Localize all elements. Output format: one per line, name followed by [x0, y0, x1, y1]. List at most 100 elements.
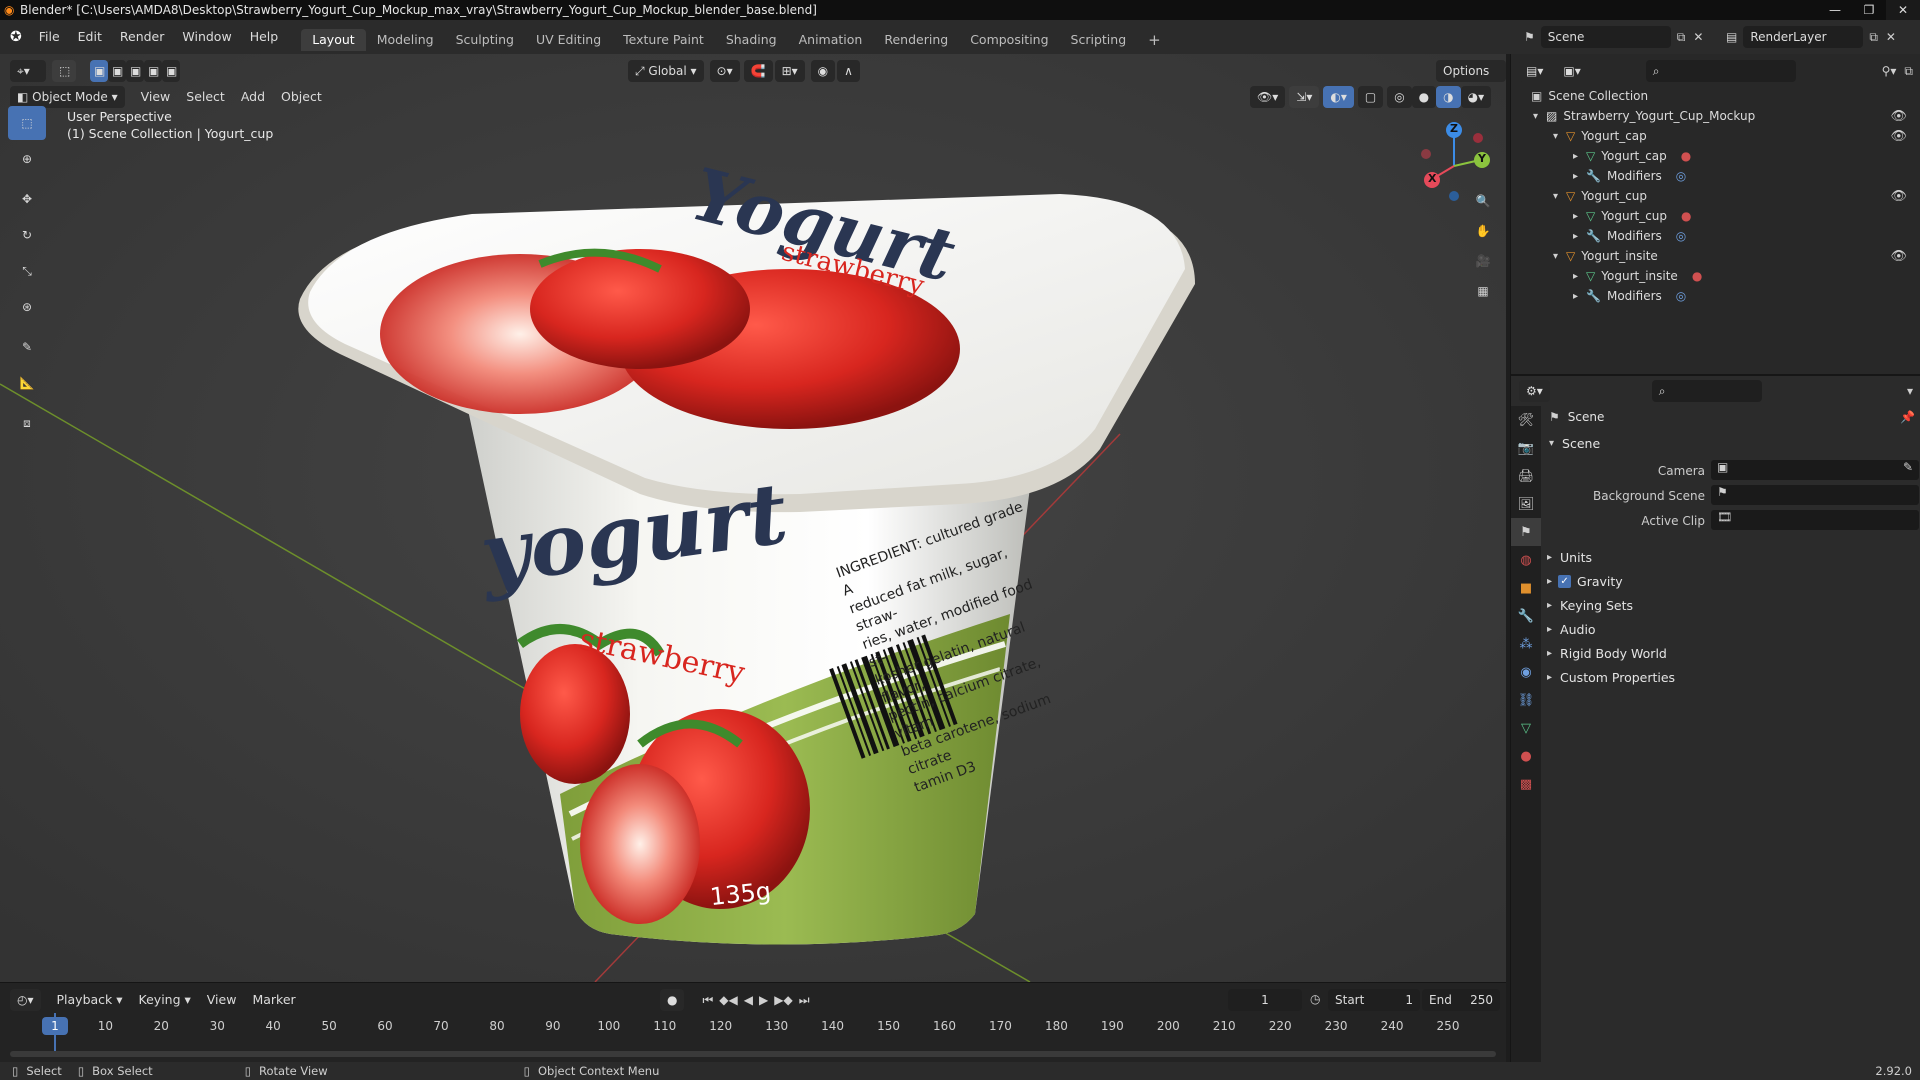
- outliner-row-mesh[interactable]: ▸ ▽ Yogurt_insite ●: [1511, 266, 1920, 286]
- record-icon[interactable]: ●: [660, 989, 685, 1011]
- tab-rendering[interactable]: Rendering: [873, 29, 959, 51]
- tab-uv-editing[interactable]: UV Editing: [525, 29, 612, 51]
- snap-toggle[interactable]: 🧲: [743, 60, 773, 82]
- menu-window[interactable]: Window: [173, 20, 240, 54]
- maximize-button[interactable]: ❐: [1852, 0, 1886, 20]
- select-invert-icon[interactable]: ▣: [144, 60, 162, 82]
- select-subtract-icon[interactable]: ▣: [126, 60, 144, 82]
- output-tab-icon[interactable]: 🖨: [1511, 462, 1541, 490]
- delete-scene-icon[interactable]: ✕: [1693, 30, 1703, 44]
- outliner-row-modifiers[interactable]: ▸ 🔧 Modifiers ◎: [1511, 286, 1920, 306]
- panel-scene-header[interactable]: ▾ Scene: [1549, 436, 1600, 451]
- expand-arrow-icon[interactable]: ▾: [1533, 111, 1538, 122]
- expand-arrow-icon[interactable]: ▸: [1573, 171, 1578, 182]
- select-intersect-icon[interactable]: ▣: [162, 60, 180, 82]
- collapse-arrow-icon[interactable]: ▸: [1547, 624, 1552, 635]
- object-tab-icon[interactable]: ■: [1511, 574, 1541, 602]
- select-new-icon[interactable]: ▣: [90, 60, 108, 82]
- timeline-menu-marker[interactable]: Marker: [244, 989, 303, 1011]
- properties-editor-icon[interactable]: ⚙▾: [1519, 380, 1550, 402]
- annotate-tool-icon[interactable]: ✎: [8, 330, 46, 364]
- close-button[interactable]: ✕: [1886, 0, 1920, 20]
- select-box-tool-icon[interactable]: ⬚: [8, 106, 46, 140]
- gizmo-toggle-icon[interactable]: ⇲▾: [1289, 86, 1320, 108]
- tool-tab-icon[interactable]: 🛠: [1511, 406, 1541, 434]
- transform-tool-icon[interactable]: ⊛: [8, 290, 46, 324]
- viewport-menu-select[interactable]: Select: [178, 86, 233, 108]
- particles-tab-icon[interactable]: ⁂: [1511, 630, 1541, 658]
- move-tool-icon[interactable]: ✥: [8, 182, 46, 216]
- constraints-tab-icon[interactable]: ⛓: [1511, 686, 1541, 714]
- tab-layout[interactable]: Layout: [301, 29, 366, 51]
- material-tab-icon[interactable]: ●: [1511, 742, 1541, 770]
- orientation-dropdown[interactable]: ⤢ Global ▾: [628, 60, 704, 82]
- expand-arrow-icon[interactable]: ▸: [1573, 271, 1578, 282]
- expand-arrow-icon[interactable]: ▾: [1553, 131, 1558, 142]
- pin-icon[interactable]: 📌: [1900, 410, 1915, 424]
- menu-edit[interactable]: Edit: [69, 20, 111, 54]
- rotate-tool-icon[interactable]: ↻: [8, 218, 46, 252]
- timeline-menu-view[interactable]: View: [199, 989, 245, 1011]
- data-tab-icon[interactable]: ▽: [1511, 714, 1541, 742]
- outliner-row-object[interactable]: ▾ ▽ Yogurt_cup 👁: [1511, 186, 1920, 206]
- panel-custom-properties[interactable]: ▸ Custom Properties: [1547, 670, 1675, 685]
- camera-view-icon[interactable]: 🎥: [1470, 254, 1496, 284]
- start-frame-field[interactable]: Start 1: [1328, 989, 1420, 1011]
- end-frame-field[interactable]: End 250: [1422, 989, 1500, 1011]
- timeline-menu-keying[interactable]: Keying ▾: [131, 989, 199, 1011]
- options-dropdown[interactable]: Options ▾: [1436, 60, 1506, 100]
- jump-end-icon[interactable]: ⏭: [799, 993, 810, 1008]
- tab-modeling[interactable]: Modeling: [366, 29, 445, 51]
- outliner-row-modifiers[interactable]: ▸ 🔧 Modifiers ◎: [1511, 166, 1920, 186]
- tab-scripting[interactable]: Scripting: [1060, 29, 1138, 51]
- select-extend-icon[interactable]: ▣: [108, 60, 126, 82]
- panel-gravity[interactable]: ▸ ✓ Gravity: [1547, 574, 1623, 589]
- measure-tool-icon[interactable]: 📐: [8, 366, 46, 400]
- tab-texture-paint[interactable]: Texture Paint: [612, 29, 715, 51]
- menu-help[interactable]: Help: [241, 20, 288, 54]
- properties-search-input[interactable]: ⌕: [1651, 380, 1762, 402]
- texture-tab-icon[interactable]: ▩: [1511, 770, 1541, 798]
- expand-arrow-icon[interactable]: ▸: [1573, 151, 1578, 162]
- renderlayer-selector[interactable]: ▤ RenderLayer ⧉ ✕: [1726, 26, 1896, 48]
- expand-arrow-icon[interactable]: ▸: [1573, 211, 1578, 222]
- shading-rendered-icon[interactable]: ◕▾: [1460, 86, 1492, 108]
- physics-tab-icon[interactable]: ◉: [1511, 658, 1541, 686]
- properties-options-icon[interactable]: ▾: [1907, 384, 1913, 398]
- new-collection-icon[interactable]: ⧉: [1904, 64, 1913, 79]
- render-tab-icon[interactable]: 📷: [1511, 434, 1541, 462]
- scene-selector[interactable]: ⚑ Scene ⧉ ✕: [1524, 26, 1703, 48]
- camera-field[interactable]: ▣ ✎: [1711, 460, 1919, 480]
- outliner-row-scene-collection[interactable]: ▣ Scene Collection: [1511, 86, 1920, 106]
- collapse-arrow-icon[interactable]: ▸: [1547, 552, 1552, 563]
- blender-menu-icon[interactable]: ✪: [0, 29, 30, 45]
- world-tab-icon[interactable]: ◍: [1511, 546, 1541, 574]
- tab-animation[interactable]: Animation: [788, 29, 874, 51]
- collapse-arrow-icon[interactable]: ▸: [1547, 672, 1552, 683]
- editor-type-icon[interactable]: ⌖▾: [10, 60, 46, 82]
- 3d-viewport[interactable]: Yogurt strawberry yogurt strawberry INGR…: [0, 54, 1506, 982]
- view-layer-tab-icon[interactable]: 🖼: [1511, 490, 1541, 518]
- shading-solid-icon[interactable]: ●: [1411, 86, 1437, 108]
- overlay-toggle-icon[interactable]: ◐▾: [1323, 86, 1354, 108]
- outliner-search-input[interactable]: ⌕: [1645, 60, 1796, 82]
- shading-wireframe-icon[interactable]: ◎: [1387, 86, 1412, 108]
- panel-rigid-body-world[interactable]: ▸ Rigid Body World: [1547, 646, 1667, 661]
- editor-type-menu[interactable]: ⌖▾: [10, 60, 46, 82]
- panel-audio[interactable]: ▸ Audio: [1547, 622, 1596, 637]
- add-cube-tool-icon[interactable]: ⧈: [8, 406, 46, 440]
- scene-tab-icon[interactable]: ⚑: [1511, 518, 1541, 546]
- ortho-grid-icon[interactable]: ▦: [1470, 284, 1496, 314]
- collapse-arrow-icon[interactable]: ▸: [1547, 576, 1552, 587]
- timeline-editor-icon[interactable]: ◴▾: [10, 989, 41, 1011]
- visibility-eye-icon[interactable]: 👁: [1890, 249, 1907, 264]
- expand-arrow-icon[interactable]: ▾: [1553, 251, 1558, 262]
- viewport-menu-object[interactable]: Object: [273, 86, 330, 108]
- minimize-button[interactable]: —: [1818, 0, 1852, 20]
- delete-renderlayer-icon[interactable]: ✕: [1886, 30, 1896, 44]
- background-scene-field[interactable]: ⚑: [1711, 485, 1919, 505]
- visibility-icon[interactable]: 👁▾: [1250, 86, 1286, 108]
- cursor-tool-icon[interactable]: ⊕: [8, 142, 46, 176]
- xray-toggle-icon[interactable]: ▢: [1357, 86, 1384, 108]
- outliner-row-modifiers[interactable]: ▸ 🔧 Modifiers ◎: [1511, 226, 1920, 246]
